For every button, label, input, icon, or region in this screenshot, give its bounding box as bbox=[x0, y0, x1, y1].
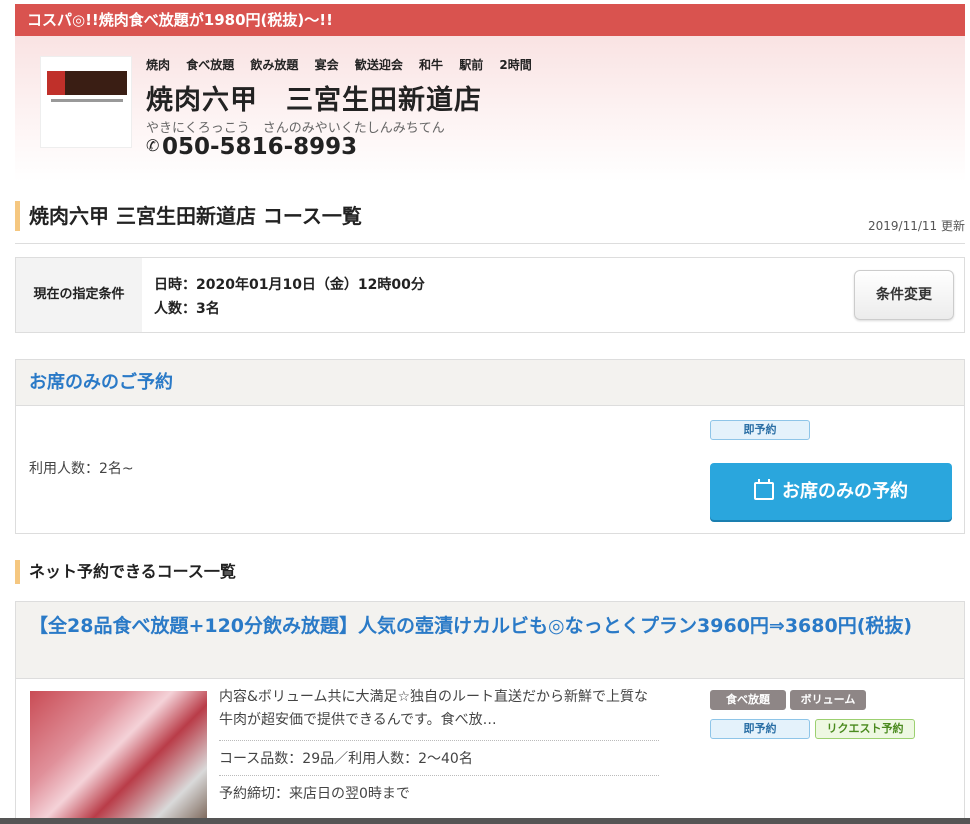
instant-badge: 即予約 bbox=[710, 420, 810, 440]
conditions-datetime: 日時：2020年01月10日（金）12時00分 bbox=[154, 277, 425, 293]
net-courses-title: ネット予約できるコース一覧 bbox=[15, 560, 236, 584]
seat-only-panel: お席のみのご予約 利用人数：2名~ 即予約 お席のみの予約 bbox=[15, 359, 965, 534]
seat-only-title: お席のみのご予約 bbox=[16, 360, 964, 406]
shop-tag: 食べ放題 bbox=[186, 58, 235, 72]
course-card: 【全28品食べ放題+120分飲み放題】人気の壺漬けカルビも◎なっとくプラン396… bbox=[15, 601, 965, 824]
shop-tags: 焼肉 食べ放題 飲み放題 宴会 歓送迎会 和牛 駅前 2時間 bbox=[146, 56, 544, 73]
phone-number: 050-5816-8993 bbox=[162, 134, 358, 160]
promo-banner[interactable]: コスパ◎!!焼肉食べ放題が1980円(税抜)〜!! bbox=[15, 4, 965, 36]
shop-name: 焼肉六甲 三宮生田新道店 bbox=[146, 85, 482, 116]
course-deadline: 予約締切：来店日の翌0時まで bbox=[219, 775, 659, 803]
shop-header: 焼肉 食べ放題 飲み放題 宴会 歓送迎会 和牛 駅前 2時間 焼肉六甲 三宮生田… bbox=[15, 36, 965, 182]
course-list-title: 焼肉六甲 三宮生田新道店 コース一覧 bbox=[15, 201, 362, 231]
shop-phone[interactable]: ✆ 050-5816-8993 bbox=[146, 134, 357, 160]
updated-date: 2019/11/11 更新 bbox=[868, 219, 965, 233]
shop-tag: 焼肉 bbox=[146, 58, 171, 72]
seat-only-reserve-button[interactable]: お席のみの予約 bbox=[710, 463, 952, 520]
instant-badge: 即予約 bbox=[710, 719, 810, 739]
request-badge: リクエスト予約 bbox=[815, 719, 915, 739]
conditions-label: 現在の指定条件 bbox=[16, 258, 142, 332]
course-count: コース品数：29品／利用人数：2〜40名 bbox=[219, 740, 659, 768]
shop-logo bbox=[40, 56, 132, 148]
shop-tag: 宴会 bbox=[314, 58, 339, 72]
logo-subline bbox=[51, 99, 123, 102]
divider bbox=[15, 243, 965, 244]
shop-tag: 駅前 bbox=[459, 58, 484, 72]
tag-badge: ボリューム bbox=[790, 690, 866, 710]
logo-mark-accent bbox=[47, 71, 65, 95]
shop-tag: 飲み放題 bbox=[250, 58, 299, 72]
conditions-panel: 現在の指定条件 日時：2020年01月10日（金）12時00分 人数：3名 条件… bbox=[15, 257, 965, 333]
shop-tag: 2時間 bbox=[499, 58, 532, 72]
course-title[interactable]: 【全28品食べ放題+120分飲み放題】人気の壺漬けカルビも◎なっとくプラン396… bbox=[16, 602, 964, 679]
seat-only-button-label: お席のみの予約 bbox=[782, 481, 908, 502]
bottom-bar bbox=[0, 818, 970, 824]
conditions-people: 人数：3名 bbox=[154, 301, 220, 317]
seat-only-people: 利用人数：2名~ bbox=[29, 461, 134, 477]
shop-tag: 歓送迎会 bbox=[354, 58, 403, 72]
calendar-check-icon bbox=[754, 479, 774, 500]
course-description: 内容&ボリューム共に大満足☆独自のルート直送だから新鮮で上質な牛肉が超安価で提供… bbox=[219, 689, 649, 728]
tag-badge: 食べ放題 bbox=[710, 690, 786, 710]
change-conditions-button[interactable]: 条件変更 bbox=[854, 270, 954, 320]
course-photo[interactable] bbox=[30, 691, 207, 824]
shop-tag: 和牛 bbox=[419, 58, 444, 72]
phone-icon: ✆ bbox=[146, 136, 160, 155]
